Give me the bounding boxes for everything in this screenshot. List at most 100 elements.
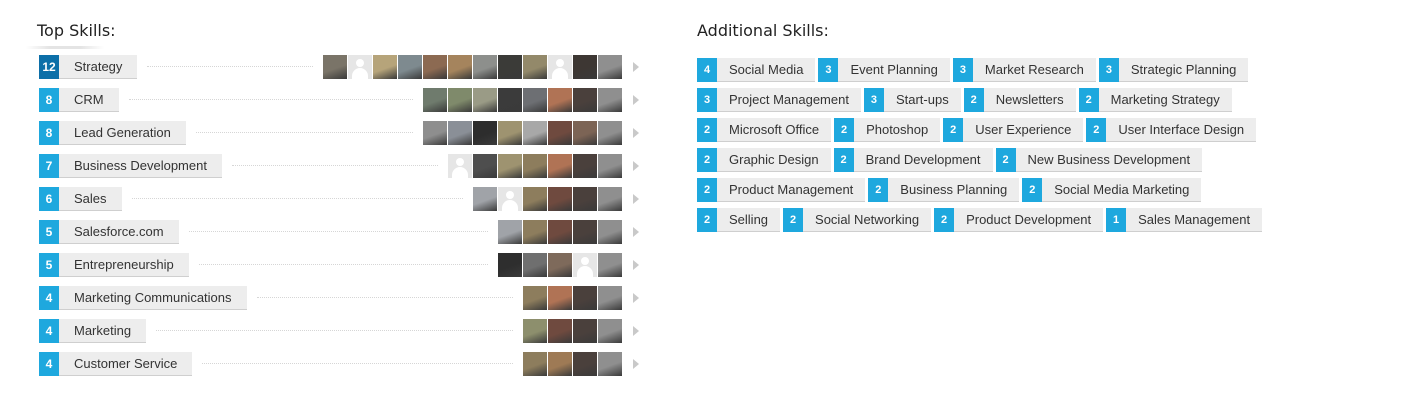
- endorser-avatar[interactable]: [498, 154, 522, 178]
- skill-pill[interactable]: Business Development: [59, 154, 222, 178]
- endorser-avatar[interactable]: [573, 352, 597, 376]
- endorser-avatar[interactable]: [548, 187, 572, 211]
- additional-skill-item[interactable]: 2 Microsoft Office: [697, 118, 832, 142]
- endorser-avatar[interactable]: [498, 253, 522, 277]
- additional-skill-item[interactable]: 2 Brand Development: [833, 148, 993, 172]
- expand-arrow-icon[interactable]: [633, 95, 639, 105]
- skill-pill[interactable]: Selling: [717, 208, 781, 232]
- expand-arrow-icon[interactable]: [633, 161, 639, 171]
- endorser-avatar[interactable]: [573, 154, 597, 178]
- endorser-avatar[interactable]: [473, 88, 497, 112]
- endorser-avatar[interactable]: [498, 220, 522, 244]
- skill-pill[interactable]: Start-ups: [883, 88, 961, 112]
- endorser-avatar[interactable]: [573, 253, 597, 277]
- additional-skill-item[interactable]: 2 Social Networking: [783, 208, 932, 232]
- top-skill-row[interactable]: 5 Entrepreneurship: [39, 253, 639, 277]
- endorser-avatar[interactable]: [573, 121, 597, 145]
- skill-pill[interactable]: Event Planning: [838, 58, 950, 82]
- skill-pill[interactable]: Social Networking: [803, 208, 932, 232]
- skill-pill[interactable]: Product Development: [954, 208, 1104, 232]
- endorser-avatar[interactable]: [448, 121, 472, 145]
- endorser-avatar[interactable]: [523, 220, 547, 244]
- top-skill-row[interactable]: 8 CRM: [39, 88, 639, 112]
- skill-pill[interactable]: Photoshop: [854, 118, 941, 142]
- top-skill-row[interactable]: 5 Salesforce.com: [39, 220, 639, 244]
- endorsement-count-badge[interactable]: 2: [963, 88, 984, 112]
- skill-pill[interactable]: Sales: [59, 187, 122, 211]
- additional-skill-item[interactable]: 2 Marketing Strategy: [1078, 88, 1232, 112]
- additional-skill-item[interactable]: 2 Product Management: [697, 178, 866, 202]
- endorsement-count-badge[interactable]: 3: [697, 88, 717, 112]
- endorser-avatar[interactable]: [523, 187, 547, 211]
- endorsement-count-badge[interactable]: 2: [868, 178, 889, 202]
- endorser-avatar[interactable]: [598, 220, 622, 244]
- skill-pill[interactable]: Salesforce.com: [59, 220, 179, 244]
- additional-skill-item[interactable]: 3 Start-ups: [863, 88, 961, 112]
- expand-arrow-icon[interactable]: [633, 62, 639, 72]
- endorsement-count-badge[interactable]: 4: [697, 58, 717, 82]
- endorser-avatar[interactable]: [548, 55, 572, 79]
- additional-skill-item[interactable]: 2 Social Media Marketing: [1022, 178, 1202, 202]
- skill-pill[interactable]: Social Media: [717, 58, 816, 82]
- endorser-avatar[interactable]: [598, 187, 622, 211]
- endorser-avatar[interactable]: [523, 253, 547, 277]
- endorsement-count-badge[interactable]: 2: [834, 118, 855, 142]
- top-skill-row[interactable]: 6 Sales: [39, 187, 639, 211]
- endorser-avatar[interactable]: [423, 88, 447, 112]
- additional-skill-item[interactable]: 2 Newsletters: [963, 88, 1076, 112]
- additional-skill-item[interactable]: 2 Business Planning: [868, 178, 1020, 202]
- skill-pill[interactable]: Marketing Communications: [59, 286, 247, 310]
- endorser-avatar[interactable]: [523, 154, 547, 178]
- endorsement-count-badge[interactable]: 3: [818, 58, 839, 82]
- expand-arrow-icon[interactable]: [633, 260, 639, 270]
- expand-arrow-icon[interactable]: [633, 194, 639, 204]
- endorsement-count-badge[interactable]: 2: [1086, 118, 1107, 142]
- additional-skill-item[interactable]: 2 Product Development: [934, 208, 1104, 232]
- additional-skill-item[interactable]: 2 New Business Development: [995, 148, 1203, 172]
- skill-pill[interactable]: New Business Development: [1015, 148, 1203, 172]
- skill-pill[interactable]: Market Research: [972, 58, 1096, 82]
- endorser-avatar[interactable]: [573, 55, 597, 79]
- endorsement-count-badge[interactable]: 3: [1098, 58, 1119, 82]
- endorsement-count-badge[interactable]: 2: [995, 148, 1016, 172]
- endorsement-count-badge[interactable]: 2: [697, 208, 717, 232]
- skill-pill[interactable]: Marketing Strategy: [1098, 88, 1232, 112]
- endorser-avatar[interactable]: [448, 154, 472, 178]
- endorsement-count-badge[interactable]: 4: [39, 286, 59, 310]
- skill-pill[interactable]: CRM: [59, 88, 119, 112]
- endorser-avatar[interactable]: [523, 319, 547, 343]
- skill-pill[interactable]: Business Planning: [888, 178, 1020, 202]
- skill-pill[interactable]: Lead Generation: [59, 121, 186, 145]
- endorsement-count-badge[interactable]: 2: [1022, 178, 1043, 202]
- endorsement-count-badge[interactable]: 5: [39, 220, 59, 244]
- endorsement-count-badge[interactable]: 2: [943, 118, 964, 142]
- skill-pill[interactable]: Entrepreneurship: [59, 253, 189, 277]
- top-skill-row[interactable]: 4 Marketing Communications: [39, 286, 639, 310]
- endorser-avatar[interactable]: [498, 88, 522, 112]
- skill-pill[interactable]: Marketing: [59, 319, 147, 343]
- top-skill-row[interactable]: 8 Lead Generation: [39, 121, 639, 145]
- endorser-avatar[interactable]: [448, 55, 472, 79]
- endorser-avatar[interactable]: [598, 88, 622, 112]
- endorsement-count-badge[interactable]: 8: [39, 121, 59, 145]
- endorsement-count-badge[interactable]: 8: [39, 88, 59, 112]
- endorser-avatar[interactable]: [473, 187, 497, 211]
- endorser-avatar[interactable]: [523, 286, 547, 310]
- endorser-avatar[interactable]: [548, 220, 572, 244]
- additional-skill-item[interactable]: 2 Photoshop: [834, 118, 941, 142]
- additional-skill-item[interactable]: 1 Sales Management: [1106, 208, 1263, 232]
- expand-arrow-icon[interactable]: [633, 227, 639, 237]
- endorser-avatar[interactable]: [473, 121, 497, 145]
- endorser-avatar[interactable]: [523, 352, 547, 376]
- endorsement-count-badge[interactable]: 2: [697, 118, 717, 142]
- endorser-avatar[interactable]: [598, 319, 622, 343]
- skill-pill[interactable]: Project Management: [717, 88, 861, 112]
- endorsement-count-badge[interactable]: 3: [863, 88, 884, 112]
- endorsement-count-badge[interactable]: 5: [39, 253, 59, 277]
- endorser-avatar[interactable]: [498, 55, 522, 79]
- endorser-avatar[interactable]: [598, 121, 622, 145]
- skill-pill[interactable]: User Interface Design: [1106, 118, 1257, 142]
- endorser-avatar[interactable]: [598, 154, 622, 178]
- endorsement-count-badge[interactable]: 6: [39, 187, 59, 211]
- additional-skill-item[interactable]: 3 Market Research: [952, 58, 1096, 82]
